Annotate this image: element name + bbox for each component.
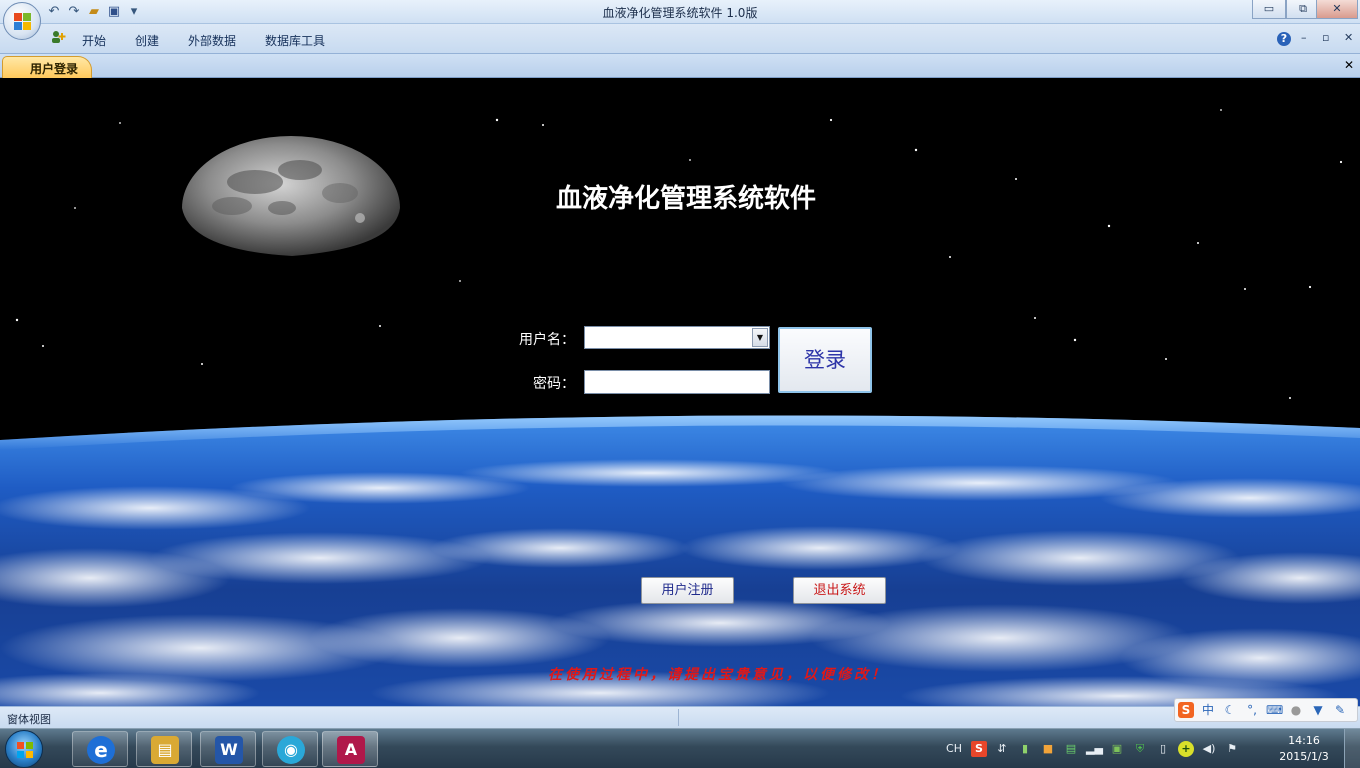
tab-home[interactable]: 开始 <box>82 32 106 49</box>
title-bar: ↶ ↷ ▰ ▣ ▾ 血液净化管理系统软件 1.0版 ▭ ⧉ ✕ <box>0 0 1360 24</box>
username-combobox[interactable]: ▼ <box>584 326 770 349</box>
username-label: 用户名： <box>519 332 575 348</box>
feedback-note: 在使用过程中，请提出宝贵意见，以便修改！ <box>548 667 888 683</box>
device-icon[interactable]: ▯ <box>1155 741 1171 757</box>
ribbon: 开始 创建 外部数据 数据库工具 ? – ▫ ✕ <box>0 24 1360 54</box>
chevron-down-icon[interactable]: ▼ <box>752 328 768 347</box>
ribbon-minimize-icon[interactable]: – <box>1301 31 1307 44</box>
taskbar-browser[interactable]: ◉ <box>262 731 318 767</box>
windows-logo-icon <box>17 742 33 758</box>
folder-icon: ▤ <box>151 736 179 764</box>
tab-user-login-label: 用户登录 <box>30 62 79 76</box>
office-button[interactable] <box>3 2 41 40</box>
document-close-icon[interactable]: ✕ <box>1344 58 1354 72</box>
tab-user-login[interactable]: 用户登录 <box>2 56 92 78</box>
taskbar-access[interactable]: A <box>322 731 378 767</box>
browser-icon: ◉ <box>277 736 305 764</box>
show-desktop-button[interactable] <box>1344 729 1360 768</box>
restore-button[interactable]: ⧉ <box>1286 0 1320 19</box>
taskbar: e ▤ W ◉ A CH S ⇵ ▮ ■ ▤ ▂▄ ▣ ⛨ ▯ + ◀) ⚑ 1… <box>0 728 1360 768</box>
access-icon: A <box>337 736 365 764</box>
status-bar: 窗体视图 <box>0 706 1360 728</box>
language-indicator[interactable]: CH <box>944 741 964 757</box>
taskbar-word[interactable]: W <box>200 731 256 767</box>
system-tray: CH S ⇵ ▮ ■ ▤ ▂▄ ▣ ⛨ ▯ + ◀) ⚑ <box>944 735 1240 763</box>
tab-database-tools[interactable]: 数据库工具 <box>265 32 325 49</box>
taskbar-internet-explorer[interactable]: e <box>72 731 128 767</box>
close-button[interactable]: ✕ <box>1316 0 1358 19</box>
exit-button[interactable]: 退出系统 <box>793 577 886 604</box>
clock[interactable]: 14:16 2015/1/3 <box>1272 733 1336 765</box>
chat-icon[interactable]: ▤ <box>1063 741 1079 757</box>
status-divider <box>678 709 679 726</box>
start-button[interactable] <box>5 730 43 768</box>
shield-icon[interactable]: ⛨ <box>1132 741 1148 757</box>
punctuation-icon[interactable]: °, <box>1244 702 1260 718</box>
minimize-button[interactable]: ▭ <box>1252 0 1286 19</box>
skin-icon[interactable]: ▼ <box>1310 702 1326 718</box>
network-icon[interactable]: ▣ <box>1109 741 1125 757</box>
ribbon-restore-icon[interactable]: ▫ <box>1322 31 1329 44</box>
office-logo-icon <box>14 13 32 31</box>
network-switch-icon[interactable]: ⇵ <box>994 741 1010 757</box>
volume-icon[interactable]: ◀) <box>1201 741 1217 757</box>
flag-icon[interactable]: ⚑ <box>1224 741 1240 757</box>
tab-create[interactable]: 创建 <box>135 32 159 49</box>
tab-external-data[interactable]: 外部数据 <box>188 32 236 49</box>
ime-mode-icon[interactable]: 中 <box>1200 702 1216 718</box>
form-title: 血液净化管理系统软件 <box>555 184 816 214</box>
sogou-icon[interactable]: S <box>971 741 987 757</box>
status-view-mode: 窗体视图 <box>7 713 51 726</box>
clock-time: 14:16 <box>1288 734 1320 747</box>
plus-icon[interactable]: + <box>1178 741 1194 757</box>
earth <box>0 415 1360 706</box>
ribbon-close-icon[interactable]: ✕ <box>1344 31 1353 44</box>
ime-toolbar: S 中 ☾ °, ⌨ ● ▼ ✎ <box>1174 698 1358 722</box>
add-user-icon[interactable] <box>50 29 66 45</box>
login-form: 血液净化管理系统软件 用户名： ▼ 密码： 登录 用户注册 退出系统 在使用过程… <box>0 78 1360 706</box>
document-tab-bar: 用户登录 ✕ <box>0 54 1360 78</box>
window-title: 血液净化管理系统软件 1.0版 <box>602 6 758 20</box>
register-button[interactable]: 用户注册 <box>641 577 734 604</box>
word-icon: W <box>215 736 243 764</box>
battery-icon[interactable]: ▮ <box>1017 741 1033 757</box>
password-label: 密码： <box>533 376 575 392</box>
help-icon[interactable]: ? <box>1277 32 1291 46</box>
internet-explorer-icon: e <box>87 736 115 764</box>
sogou-logo-icon[interactable]: S <box>1178 702 1194 718</box>
moon-icon[interactable]: ☾ <box>1222 702 1238 718</box>
user-icon[interactable]: ● <box>1288 702 1304 718</box>
password-field[interactable] <box>584 370 770 394</box>
keyboard-icon[interactable]: ⌨ <box>1266 702 1283 718</box>
settings-icon[interactable]: ✎ <box>1332 702 1348 718</box>
app-icon[interactable]: ■ <box>1040 741 1056 757</box>
signal-icon[interactable]: ▂▄ <box>1086 741 1103 757</box>
login-button[interactable]: 登录 <box>778 327 872 393</box>
taskbar-file-explorer[interactable]: ▤ <box>136 731 192 767</box>
clock-date: 2015/1/3 <box>1279 750 1329 763</box>
